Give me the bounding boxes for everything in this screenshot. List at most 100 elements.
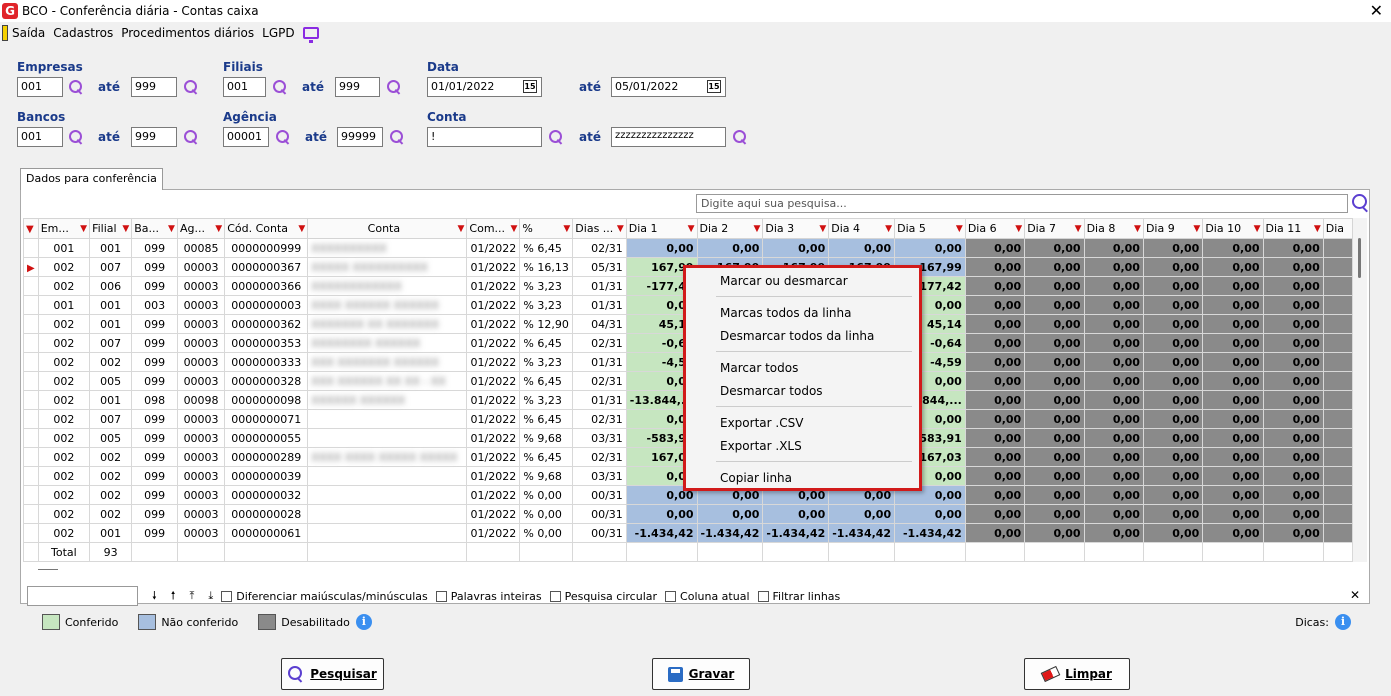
chk-current-column[interactable]: [665, 590, 677, 602]
filter-icon[interactable]: ▼: [753, 224, 760, 234]
chk-case-sensitive[interactable]: [221, 590, 233, 602]
column-header[interactable]: Dias ... ▼: [572, 218, 627, 239]
conta-from-input[interactable]: !: [427, 127, 542, 147]
arrow-first-icon[interactable]: ⤒: [189, 589, 194, 603]
agencia-from-search-icon[interactable]: [276, 130, 290, 144]
table-row[interactable]: 001 001 099 00085 0000000999 XXXXXXXXXX 01/202…: [23, 238, 1353, 258]
filter-icon[interactable]: ▼: [956, 224, 963, 234]
filter-icon[interactable]: ▼: [215, 224, 222, 234]
chk-filter-rows[interactable]: [757, 590, 769, 602]
gravar-button[interactable]: Gravar: [652, 658, 750, 690]
conta-to-search-icon[interactable]: [733, 130, 747, 144]
arrow-up-icon[interactable]: 🠕: [171, 587, 176, 606]
filiais-from-input[interactable]: 001: [223, 77, 266, 97]
filter-icon[interactable]: ▼: [688, 224, 695, 234]
filiais-to-search-icon[interactable]: [387, 80, 401, 94]
filter-icon[interactable]: ▼: [458, 224, 465, 234]
agencia-to-search-icon[interactable]: [390, 130, 404, 144]
menu-procedimentos[interactable]: Procedimentos diários: [121, 26, 254, 40]
menu-saida[interactable]: Saída: [12, 26, 45, 40]
column-header[interactable]: Dia 2 ▼: [696, 218, 764, 239]
bancos-to-search-icon[interactable]: [184, 130, 198, 144]
column-header[interactable]: Em... ▼: [37, 218, 91, 239]
close-search-icon[interactable]: ✕: [1350, 588, 1360, 602]
filter-icon[interactable]: ▼: [1015, 224, 1022, 234]
menu-lgpd[interactable]: LGPD: [262, 26, 294, 40]
filter-icon[interactable]: ▼: [1075, 224, 1082, 234]
search-icon[interactable]: [1352, 194, 1370, 212]
arrow-last-icon[interactable]: ⤓: [208, 589, 213, 603]
column-header[interactable]: % ▼: [519, 218, 574, 239]
filter-icon[interactable]: ▼: [563, 224, 570, 234]
agencia-from-input[interactable]: 00001: [223, 127, 269, 147]
menu-marcar-todos-linha[interactable]: Marcas todos da linha: [720, 306, 851, 320]
filter-icon[interactable]: ▼: [819, 224, 826, 234]
column-header[interactable]: Dia 7 ▼: [1024, 218, 1085, 239]
conta-to-input[interactable]: zzzzzzzzzzzzzzz: [611, 127, 726, 147]
menu-marcar-desmarcar[interactable]: Marcar ou desmarcar: [720, 274, 848, 288]
info-icon[interactable]: i: [355, 614, 372, 630]
column-header[interactable]: Dia 3 ▼: [762, 218, 830, 239]
column-header[interactable]: Conta ▼: [307, 218, 468, 239]
column-header[interactable]: Dia 11 ▼: [1262, 218, 1324, 239]
bancos-to-input[interactable]: 999: [131, 127, 177, 147]
agencia-to-input[interactable]: 99999: [337, 127, 383, 147]
column-header[interactable]: Filial ▼: [89, 218, 133, 239]
menu-cadastros[interactable]: Cadastros: [53, 26, 113, 40]
filter-icon[interactable]: ▼: [168, 224, 175, 234]
filter-icon[interactable]: ▼: [1254, 224, 1261, 234]
chk-circular[interactable]: [549, 590, 561, 602]
scroll-thumb[interactable]: [1358, 238, 1361, 278]
grid-search-input[interactable]: Digite aqui sua pesquisa...: [696, 194, 1348, 213]
column-header[interactable]: Ag... ▼: [176, 218, 226, 239]
filter-icon[interactable]: ▼: [298, 224, 305, 234]
calendar-icon[interactable]: 15: [523, 80, 537, 93]
table-row[interactable]: 002 002 099 00003 0000000028 01/2022% 0,00 00/…: [23, 504, 1353, 524]
column-header[interactable]: Dia 1 ▼: [625, 218, 698, 239]
tab-dados-conferencia[interactable]: Dados para conferência: [20, 168, 163, 190]
menu-desmarcar-todos-linha[interactable]: Desmarcar todos da linha: [720, 329, 874, 343]
filter-icon[interactable]: ▼: [1193, 224, 1200, 234]
filiais-to-input[interactable]: 999: [335, 77, 380, 97]
column-header[interactable]: Dia 4 ▼: [828, 218, 896, 239]
column-header[interactable]: Dia 8 ▼: [1083, 218, 1144, 239]
empresas-from-search-icon[interactable]: [69, 80, 83, 94]
filter-icon[interactable]: ▼: [122, 224, 129, 234]
table-row[interactable]: 002 001 099 00003 0000000061 01/2022% 0,00 00/…: [23, 523, 1353, 543]
dicas-info-icon[interactable]: i: [1335, 614, 1351, 630]
pesquisar-button[interactable]: Pesquisar: [281, 658, 384, 690]
menu-marcar-todos[interactable]: Marcar todos: [720, 361, 798, 375]
column-header[interactable]: Dia: [1322, 218, 1353, 239]
filter-icon[interactable]: ▼: [510, 224, 517, 234]
empresas-to-search-icon[interactable]: [184, 80, 198, 94]
calendar-icon[interactable]: 15: [707, 80, 721, 93]
filter-icon[interactable]: ▼: [885, 224, 892, 234]
arrow-down-icon[interactable]: 🠗: [152, 587, 157, 606]
column-header[interactable]: Dia 9 ▼: [1142, 218, 1204, 239]
bancos-from-input[interactable]: 001: [17, 127, 63, 147]
menu-desmarcar-todos[interactable]: Desmarcar todos: [720, 384, 823, 398]
menu-exportar-csv[interactable]: Exportar .CSV: [720, 416, 803, 430]
menu-exportar-xls[interactable]: Exportar .XLS: [720, 439, 802, 453]
find-input[interactable]: [27, 586, 138, 606]
empresas-from-input[interactable]: 001: [17, 77, 63, 97]
conta-from-search-icon[interactable]: [549, 130, 563, 144]
filter-icon[interactable]: ▼: [80, 224, 87, 234]
column-header[interactable]: Ba... ▼: [131, 218, 178, 239]
column-header[interactable]: Com... ▼: [466, 218, 521, 239]
filter-icon[interactable]: ▼: [1134, 224, 1141, 234]
limpar-button[interactable]: Limpar: [1024, 658, 1130, 690]
column-header[interactable]: Cód. Conta ▼: [224, 218, 309, 239]
empresas-to-input[interactable]: 999: [131, 77, 177, 97]
close-icon[interactable]: ✕: [1370, 1, 1383, 20]
column-header[interactable]: Dia 10 ▼: [1202, 218, 1264, 239]
column-header[interactable]: Dia 6 ▼: [964, 218, 1026, 239]
filter-icon[interactable]: ▼: [617, 224, 624, 234]
filter-icon[interactable]: ▼: [1314, 224, 1321, 234]
menu-copiar-linha[interactable]: Copiar linha: [720, 471, 792, 485]
column-header[interactable]: Dia 5 ▼: [894, 218, 966, 239]
bancos-from-search-icon[interactable]: [69, 130, 83, 144]
filiais-from-search-icon[interactable]: [273, 80, 287, 94]
monitor-icon[interactable]: [302, 27, 319, 43]
chk-whole-words[interactable]: [435, 590, 447, 602]
